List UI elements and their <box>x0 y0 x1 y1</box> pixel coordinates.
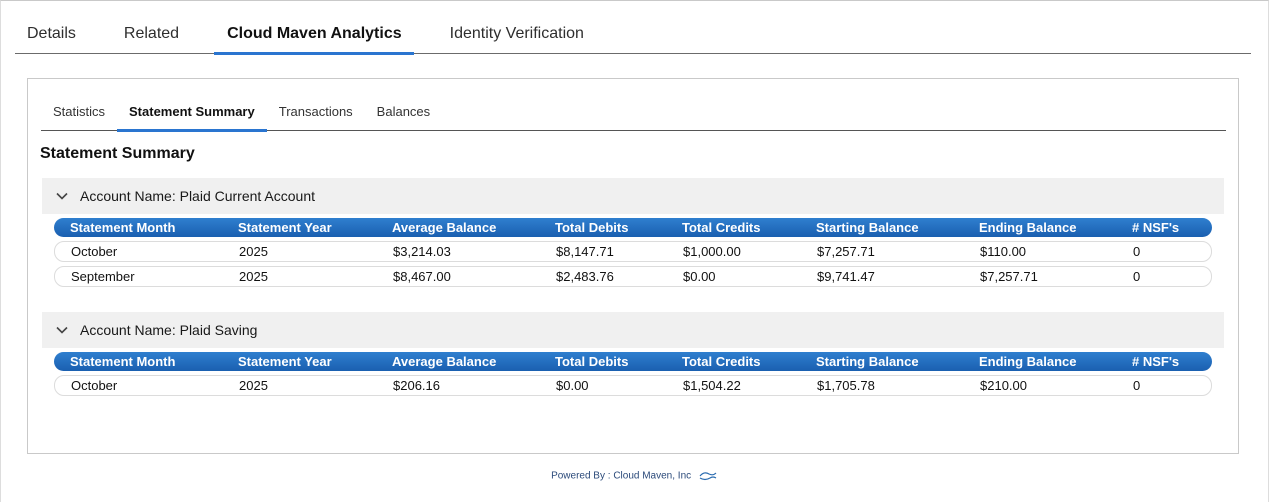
col-statement-year: Statement Year <box>238 220 332 235</box>
cell-total-debits: $2,483.76 <box>556 269 614 284</box>
col-statement-month: Statement Month <box>70 354 176 369</box>
cell-starting-balance: $1,705.78 <box>817 378 875 393</box>
table-header: Statement Month Statement Year Average B… <box>54 218 1212 237</box>
statement-table: Statement Month Statement Year Average B… <box>54 352 1212 396</box>
col-average-balance: Average Balance <box>392 354 497 369</box>
cell-year: 2025 <box>239 378 268 393</box>
cell-ending-balance: $210.00 <box>980 378 1027 393</box>
cell-ending-balance: $110.00 <box>980 244 1027 259</box>
col-total-debits: Total Debits <box>555 354 629 369</box>
col-nsf: # NSF's <box>1132 354 1180 369</box>
cell-starting-balance: $9,741.47 <box>817 269 875 284</box>
account-name: Account Name: Plaid Current Account <box>80 188 316 204</box>
cell-nsf: 0 <box>1133 244 1141 259</box>
cell-month: October <box>71 244 118 259</box>
col-total-credits: Total Credits <box>682 220 761 235</box>
table-row: October 2025 $206.16 $0.00 $1,504.22 $1,… <box>54 375 1212 396</box>
tab-cloud-maven-analytics[interactable]: Cloud Maven Analytics <box>214 14 414 55</box>
col-statement-month: Statement Month <box>70 220 176 235</box>
cell-year: 2025 <box>239 269 268 284</box>
cell-total-credits: $1,504.22 <box>683 378 741 393</box>
cell-ending-balance: $7,257.71 <box>980 269 1038 284</box>
powered-by-text: Powered By : Cloud Maven, Inc <box>551 470 692 482</box>
tab-related[interactable]: Related <box>100 14 203 54</box>
cell-total-debits: $0.00 <box>556 378 589 393</box>
table-header: Statement Month Statement Year Average B… <box>54 352 1212 371</box>
cell-total-credits: $1,000.00 <box>683 244 741 259</box>
cell-nsf: 0 <box>1133 378 1141 393</box>
cell-average-balance: $8,467.00 <box>393 269 451 284</box>
cell-nsf: 0 <box>1133 269 1141 284</box>
account-section: Account Name: Plaid Saving Statement Mon… <box>42 312 1224 396</box>
tab-details[interactable]: Details <box>15 14 100 54</box>
chevron-down-icon <box>56 326 68 334</box>
chevron-down-icon <box>56 192 68 200</box>
cell-month: September <box>71 269 135 284</box>
cell-total-debits: $8,147.71 <box>556 244 614 259</box>
table-row: September 2025 $8,467.00 $2,483.76 $0.00… <box>54 266 1212 287</box>
col-total-credits: Total Credits <box>682 354 761 369</box>
col-total-debits: Total Debits <box>555 220 629 235</box>
cell-total-credits: $0.00 <box>683 269 716 284</box>
analytics-card: Statistics Statement Summary Transaction… <box>27 78 1239 454</box>
cell-average-balance: $3,214.03 <box>393 244 451 259</box>
col-starting-balance: Starting Balance <box>816 220 919 235</box>
col-statement-year: Statement Year <box>238 354 332 369</box>
statement-table: Statement Month Statement Year Average B… <box>54 218 1212 287</box>
account-name: Account Name: Plaid Saving <box>80 322 258 338</box>
col-starting-balance: Starting Balance <box>816 354 919 369</box>
record-tabs: Details Related Cloud Maven Analytics Id… <box>15 14 1251 55</box>
col-ending-balance: Ending Balance <box>979 220 1077 235</box>
subtab-statistics[interactable]: Statistics <box>41 99 117 131</box>
account-header[interactable]: Account Name: Plaid Current Account <box>42 178 1224 214</box>
col-nsf: # NSF's <box>1132 220 1180 235</box>
section-title: Statement Summary <box>40 145 195 162</box>
cloud-maven-logo-icon <box>699 472 717 481</box>
cell-year: 2025 <box>239 244 268 259</box>
analytics-subtabs: Statistics Statement Summary Transaction… <box>41 99 1226 132</box>
table-row: October 2025 $3,214.03 $8,147.71 $1,000.… <box>54 241 1212 262</box>
account-section: Account Name: Plaid Current Account Stat… <box>42 178 1224 287</box>
col-average-balance: Average Balance <box>392 220 497 235</box>
cell-month: October <box>71 378 118 393</box>
tab-identity-verification[interactable]: Identity Verification <box>414 14 596 54</box>
subtab-transactions[interactable]: Transactions <box>267 99 365 131</box>
col-ending-balance: Ending Balance <box>979 354 1077 369</box>
cell-starting-balance: $7,257.71 <box>817 244 875 259</box>
cell-average-balance: $206.16 <box>393 378 440 393</box>
account-header[interactable]: Account Name: Plaid Saving <box>42 312 1224 348</box>
powered-by-footer: Powered By : Cloud Maven, Inc <box>0 470 1269 482</box>
subtab-statement-summary[interactable]: Statement Summary <box>117 99 267 132</box>
subtab-balances[interactable]: Balances <box>365 99 442 131</box>
